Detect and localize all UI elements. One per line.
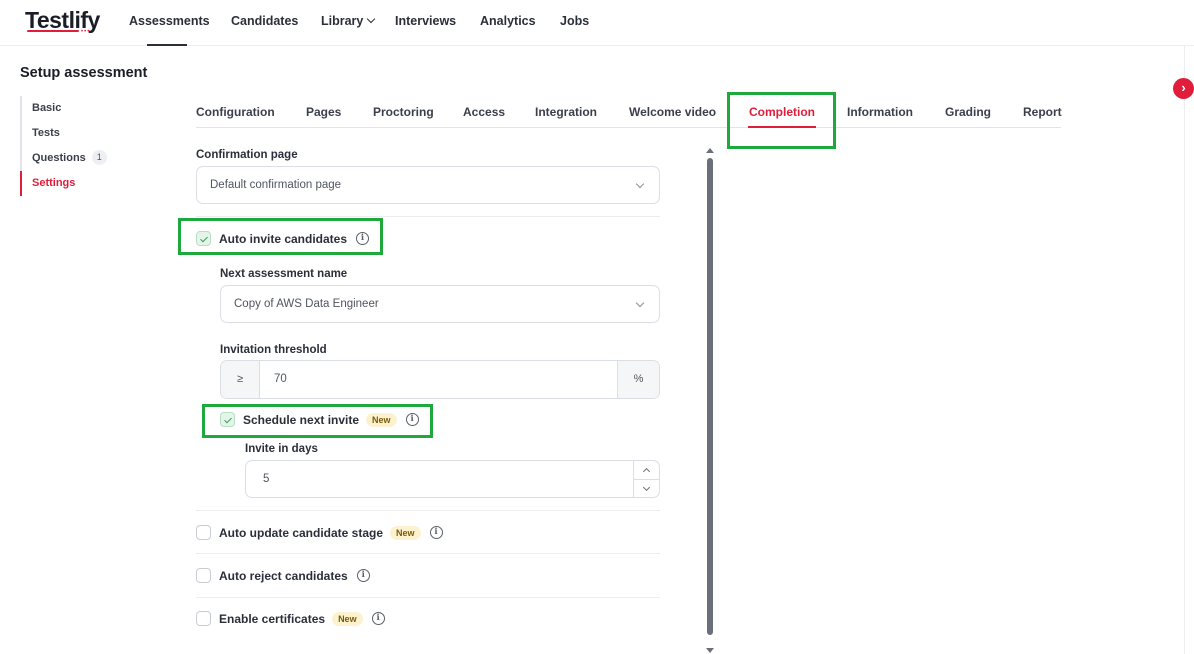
step-questions[interactable]: Questions 1 [20,146,160,171]
completion-tab-highlight [727,92,836,149]
tab-configuration[interactable]: Configuration [196,105,275,119]
scroll-up-arrow[interactable] [706,148,714,153]
info-icon[interactable]: i [371,612,385,625]
tab-report[interactable]: Report [1023,105,1062,119]
nav-active-indicator [147,44,187,46]
nav-library[interactable]: Library [321,14,376,28]
divider [196,553,660,554]
certificates-checkbox[interactable] [196,611,211,626]
auto-invite-highlight [178,218,383,255]
divider [196,510,660,511]
divider [196,216,660,217]
threshold-suffix: % [617,361,659,398]
new-badge: New [390,525,421,540]
auto-reject-row: Auto reject candidates i [196,568,370,583]
step-navigation: Basic Tests Questions 1 Settings [20,96,160,196]
auto-update-stage-row: Auto update candidate stage New i [196,525,443,540]
chevron-down-icon [635,179,645,189]
tab-information[interactable]: Information [847,105,913,119]
tab-integration[interactable]: Integration [535,105,597,119]
certificates-label: Enable certificates [219,611,326,626]
settings-tabs: Configuration Pages Proctoring Access In… [196,96,1062,128]
step-basic[interactable]: Basic [20,96,160,121]
step-label: Basic [32,102,62,114]
auto-update-stage-label: Auto update candidate stage [219,525,384,540]
invite-days-value: 5 [263,473,270,485]
info-icon[interactable]: i [429,526,443,539]
step-settings[interactable]: Settings [20,171,160,196]
tab-grading[interactable]: Grading [945,105,991,119]
threshold-input-group[interactable]: ≥ 70 % [220,360,660,399]
step-label: Settings [32,177,76,189]
divider [196,597,660,598]
scrollbar-thumb[interactable] [707,158,713,635]
confirmation-page-label: Confirmation page [196,149,298,161]
auto-update-stage-checkbox[interactable] [196,525,211,540]
nav-analytics[interactable]: Analytics [480,14,536,28]
new-badge: New [332,611,363,626]
next-assessment-label: Next assessment name [220,268,348,280]
top-navbar: Testlify ••• Assessments Candidates Libr… [0,0,1194,46]
chevron-down-icon [635,298,645,308]
tab-proctoring[interactable]: Proctoring [373,105,434,119]
scroll-down-arrow[interactable] [706,648,714,653]
step-tests[interactable]: Tests [20,121,160,146]
threshold-value[interactable]: 70 [274,373,287,385]
nav-assessments[interactable]: Assessments [129,14,210,28]
tab-pages[interactable]: Pages [306,105,341,119]
select-value: Default confirmation page [210,179,342,191]
chevron-down-icon [367,14,376,24]
invite-days-input[interactable]: 5 [245,460,660,498]
question-count-badge: 1 [91,149,107,165]
select-value: Copy of AWS Data Engineer [234,298,379,310]
tab-welcome-video[interactable]: Welcome video [629,105,716,119]
right-panel-divider [1184,46,1185,654]
logo-underline [27,30,79,32]
tab-access[interactable]: Access [463,105,505,119]
chevron-down-icon[interactable] [634,479,659,497]
invite-days-label: Invite in days [245,443,318,455]
threshold-prefix: ≥ [221,361,260,398]
nav-interviews[interactable]: Interviews [395,14,456,28]
nav-candidates[interactable]: Candidates [231,14,298,28]
auto-reject-checkbox[interactable] [196,568,211,583]
certificates-row: Enable certificates New i [196,611,385,626]
step-label: Tests [32,127,60,139]
schedule-next-invite-highlight [202,404,433,438]
confirmation-page-select[interactable]: Default confirmation page [196,166,660,204]
nav-library-label: Library [321,14,364,28]
next-assessment-select[interactable]: Copy of AWS Data Engineer [220,285,660,323]
logo-dots: ••• [81,29,91,35]
chevron-up-icon[interactable] [634,461,659,479]
chevron-right-icon[interactable]: › [1173,78,1194,99]
page-title: Setup assessment [20,65,148,81]
number-stepper [633,461,659,497]
threshold-label: Invitation threshold [220,344,327,356]
info-icon[interactable]: i [356,569,370,582]
nav-jobs[interactable]: Jobs [560,14,589,28]
auto-reject-label: Auto reject candidates [219,568,348,583]
step-label: Questions [32,152,86,164]
